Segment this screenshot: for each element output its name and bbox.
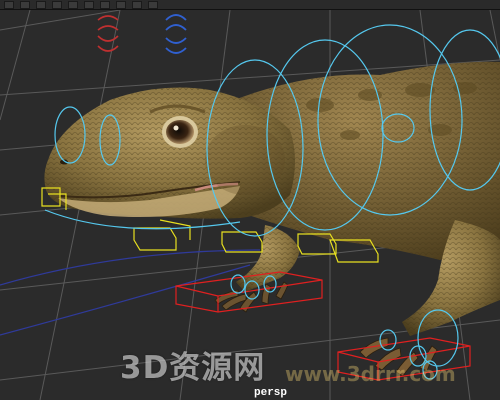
wireframe-toggle-button[interactable] bbox=[68, 0, 78, 9]
lighting-toggle-button[interactable] bbox=[116, 0, 126, 9]
viewport-toolbar bbox=[0, 0, 500, 10]
shaded-toggle-button[interactable] bbox=[84, 0, 94, 9]
isolate-select-button[interactable] bbox=[148, 0, 158, 9]
scale-tool-button[interactable] bbox=[52, 0, 62, 9]
textured-toggle-button[interactable] bbox=[100, 0, 110, 9]
grid-toggle-button[interactable] bbox=[132, 0, 142, 9]
move-tool-button[interactable] bbox=[20, 0, 30, 9]
rotate-tool-button[interactable] bbox=[36, 0, 46, 9]
perspective-viewport[interactable]: 3D资源网 www.3drrr.com persp bbox=[0, 10, 500, 400]
maya-app: 3D资源网 www.3drrr.com persp bbox=[0, 0, 500, 400]
select-tool-button[interactable] bbox=[4, 0, 14, 9]
watermark-text: 3D资源网 bbox=[120, 350, 266, 386]
watermark-url: www.3drrr.com bbox=[285, 362, 456, 386]
camera-label: persp bbox=[254, 387, 288, 399]
